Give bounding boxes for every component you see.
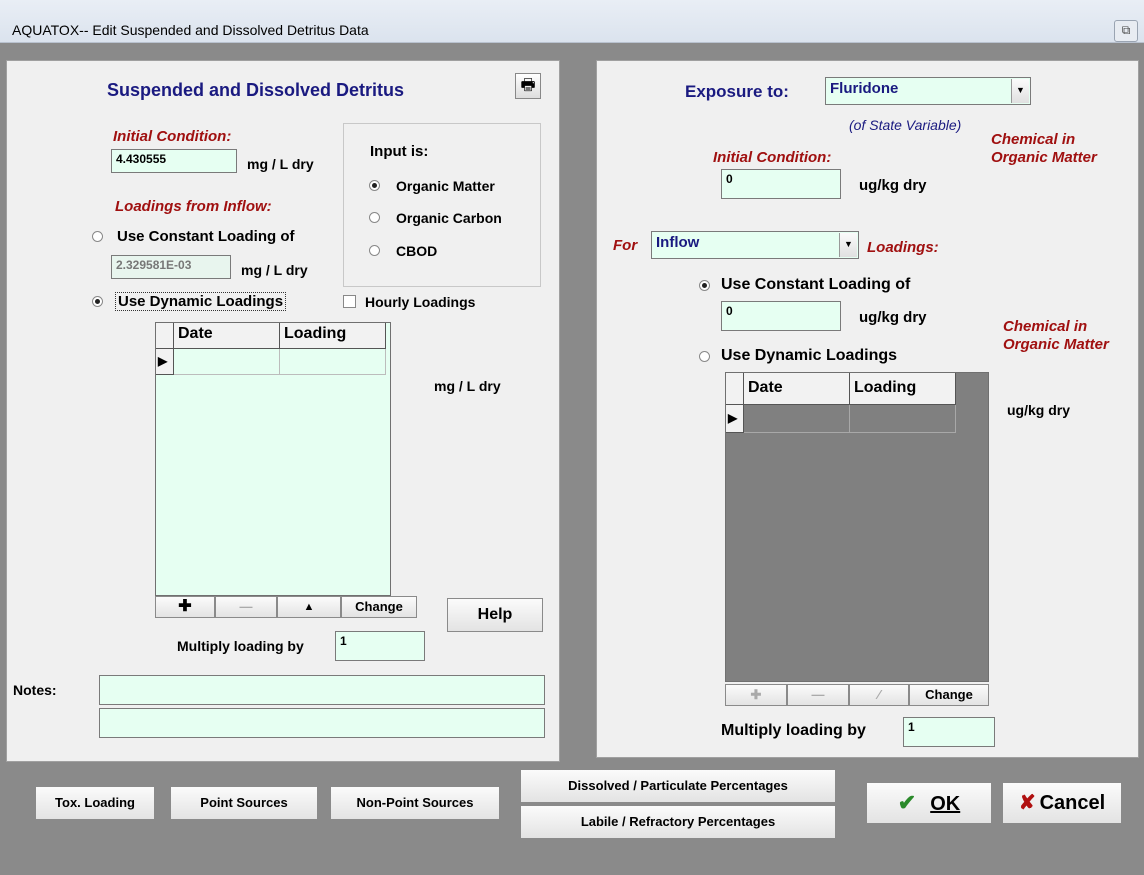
detritus-panel: Suspended and Dissolved Detritus 🖶 Initi…: [6, 60, 560, 762]
radio-organic-carbon[interactable]: [369, 212, 380, 223]
chemical-exposure-panel: Exposure to: Fluridone ▼ (of State Varia…: [596, 60, 1139, 758]
right-change-button[interactable]: Change: [909, 684, 989, 706]
right-initial-condition-label: Initial Condition:: [713, 149, 832, 166]
edit-row-button[interactable]: ∕: [849, 684, 909, 706]
for-label: For: [613, 237, 638, 254]
window-title: AQUATOX-- Edit Suspended and Dissolved D…: [12, 22, 369, 38]
add-row-button[interactable]: ✚: [725, 684, 787, 706]
constant-loading-unit: mg / L dry: [241, 262, 308, 278]
radio-right-dynamic-loadings[interactable]: [699, 351, 710, 362]
radio-right-constant-loading[interactable]: [699, 280, 710, 291]
delete-row-button[interactable]: —: [787, 684, 849, 706]
left-loadings-grid[interactable]: Date Loading ▶: [155, 322, 391, 596]
exposure-label: Exposure to:: [685, 82, 789, 101]
exposure-value: Fluridone: [830, 80, 899, 97]
option-cbod: CBOD: [396, 243, 438, 259]
right-initial-condition-unit: ug/kg dry: [859, 177, 927, 194]
restore-icon[interactable]: ⧉: [1114, 20, 1138, 42]
grid-cell-date[interactable]: [744, 405, 850, 433]
constant-loading-label: Use Constant Loading of: [117, 228, 295, 245]
dissolved-particulate-button[interactable]: Dissolved / Particulate Percentages: [520, 769, 836, 803]
dynamic-loadings-label: Use Dynamic Loadings: [115, 292, 287, 311]
grid-cell-loading[interactable]: [850, 405, 956, 433]
help-button[interactable]: Help: [447, 598, 543, 632]
ok-button[interactable]: ✔ OK: [866, 782, 992, 824]
delete-row-button[interactable]: —: [215, 596, 277, 618]
grid-header-loading[interactable]: Loading: [280, 323, 386, 349]
right-constant-loading-label: Use Constant Loading of: [721, 276, 911, 293]
exposure-select[interactable]: Fluridone ▼: [825, 77, 1031, 105]
option-organic-carbon: Organic Carbon: [396, 210, 502, 226]
grid-cell-loading[interactable]: [280, 349, 386, 375]
left-change-button[interactable]: Change: [341, 596, 417, 618]
input-is-label: Input is:: [370, 143, 429, 160]
chevron-down-icon[interactable]: ▼: [839, 233, 857, 257]
radio-cbod[interactable]: [369, 245, 380, 256]
for-select[interactable]: Inflow ▼: [651, 231, 859, 259]
grid-cell-date[interactable]: [174, 349, 280, 375]
loadings-label: Loadings:: [867, 239, 939, 256]
loadings-from-inflow-label: Loadings from Inflow:: [115, 198, 272, 215]
radio-organic-matter[interactable]: [369, 180, 380, 191]
printer-icon[interactable]: 🖶: [515, 73, 541, 99]
right-multiply-field[interactable]: 1: [903, 717, 995, 747]
up-row-button[interactable]: ▲: [277, 596, 341, 618]
non-point-sources-button[interactable]: Non-Point Sources: [330, 786, 500, 820]
notes-field-1[interactable]: [99, 675, 545, 705]
constant-loading-field[interactable]: 2.329581E-03: [111, 255, 231, 279]
notes-label: Notes:: [13, 682, 57, 698]
cancel-button[interactable]: ✘ Cancel: [1002, 782, 1122, 824]
right-grid-unit: ug/kg dry: [1007, 402, 1071, 418]
grid-header-date[interactable]: Date: [744, 373, 850, 405]
for-value: Inflow: [656, 234, 700, 251]
grid-header-loading[interactable]: Loading: [850, 373, 956, 405]
right-initial-condition-field[interactable]: 0: [721, 169, 841, 199]
panel-heading: Suspended and Dissolved Detritus: [107, 80, 405, 100]
left-multiply-label: Multiply loading by: [177, 638, 304, 654]
row-indicator-icon: ▶: [726, 405, 744, 433]
left-grid-unit: mg / L dry: [434, 378, 501, 394]
notes-field-2[interactable]: [99, 708, 545, 738]
right-multiply-label: Multiply loading by: [721, 722, 866, 739]
grid-corner: [156, 323, 174, 349]
radio-dynamic-loadings[interactable]: [92, 296, 103, 307]
initial-condition-unit: mg / L dry: [247, 156, 314, 172]
grid-header-date[interactable]: Date: [174, 323, 280, 349]
tox-loading-button[interactable]: Tox. Loading: [35, 786, 155, 820]
labile-refractory-button[interactable]: Labile / Refractory Percentages: [520, 805, 836, 839]
chevron-down-icon[interactable]: ▼: [1011, 79, 1029, 103]
option-organic-matter: Organic Matter: [396, 178, 495, 194]
left-multiply-field[interactable]: 1: [335, 631, 425, 661]
radio-constant-loading[interactable]: [92, 231, 103, 242]
chemical-in-organic-matter-label-2: Chemical in Organic Matter: [1003, 318, 1109, 353]
chemical-in-organic-matter-label-1: Chemical in Organic Matter: [991, 131, 1097, 166]
state-variable-note: (of State Variable): [849, 117, 962, 133]
right-loadings-grid[interactable]: Date Loading ▶: [725, 372, 989, 682]
title-bar: AQUATOX-- Edit Suspended and Dissolved D…: [0, 0, 1144, 43]
add-row-button[interactable]: ✚: [155, 596, 215, 618]
row-indicator-icon: ▶: [156, 349, 174, 375]
point-sources-button[interactable]: Point Sources: [170, 786, 318, 820]
grid-corner: [726, 373, 744, 405]
initial-condition-label: Initial Condition:: [113, 128, 232, 145]
right-constant-loading-unit: ug/kg dry: [859, 309, 927, 326]
right-dynamic-loadings-label: Use Dynamic Loadings: [721, 347, 898, 364]
hourly-loadings-label: Hourly Loadings: [365, 294, 476, 310]
cancel-label: Cancel: [1039, 792, 1106, 814]
hourly-loadings-checkbox[interactable]: [343, 295, 356, 308]
initial-condition-field[interactable]: 4.430555: [111, 149, 237, 173]
dialog-window: AQUATOX-- Edit Suspended and Dissolved D…: [0, 0, 1144, 875]
ok-label: OK: [930, 793, 961, 815]
check-icon: ✔: [897, 790, 917, 815]
close-icon: ✘: [1018, 792, 1036, 814]
right-constant-loading-field[interactable]: 0: [721, 301, 841, 331]
input-is-group: Input is: Organic Matter Organic Carbon …: [343, 123, 541, 287]
